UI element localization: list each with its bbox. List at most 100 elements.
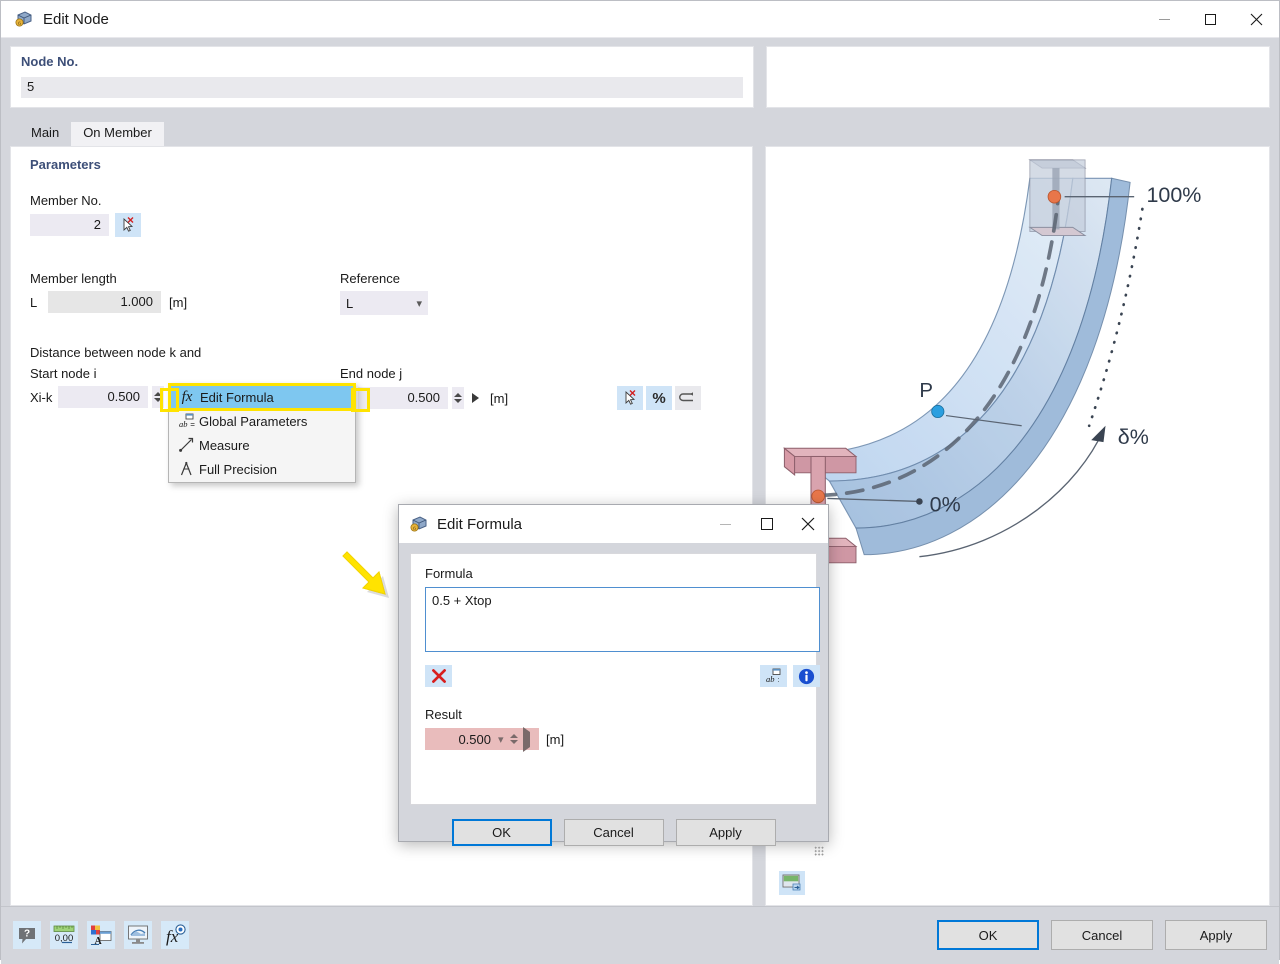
menu-item-global-parameters[interactable]: ab = Global Parameters	[169, 409, 355, 433]
menu-item-full-precision[interactable]: Full Precision	[169, 457, 355, 481]
fx-icon: fx	[174, 389, 200, 406]
minimize-icon[interactable]	[1141, 1, 1187, 37]
menu-item-label: Full Precision	[199, 462, 277, 477]
member-length-input	[48, 291, 161, 313]
label-delta-percent: δ%	[1118, 425, 1149, 449]
apply-button[interactable]: Apply	[1165, 920, 1267, 950]
node-marker-p	[932, 405, 944, 417]
dialog-ok-button[interactable]: OK	[452, 819, 552, 846]
parameters-title: Parameters	[30, 157, 740, 172]
start-node-spinner[interactable]	[152, 386, 164, 408]
close-icon[interactable]	[787, 505, 828, 543]
decimal-places-icon[interactable]: 0,00	[50, 921, 78, 949]
minimize-icon[interactable]	[705, 505, 746, 543]
member-no-row	[30, 213, 740, 237]
menu-item-label: Edit Formula	[200, 390, 274, 405]
tab-main[interactable]: Main	[19, 122, 71, 146]
result-expand-arrow-icon[interactable]	[523, 732, 530, 747]
dialog-title-bar: 6 Edit Formula	[399, 505, 828, 543]
svg-text:6: 6	[18, 21, 21, 27]
window-controls	[1141, 1, 1279, 37]
percent-icon[interactable]: %	[646, 386, 672, 410]
resize-grip[interactable]	[814, 846, 824, 856]
window-title: Edit Node	[43, 11, 109, 28]
result-value: 0.500	[429, 732, 491, 747]
result-spinner[interactable]	[508, 728, 520, 750]
node-number-title: Node No.	[21, 54, 743, 69]
member-no-input[interactable]	[30, 214, 109, 236]
formula-visibility-icon[interactable]: fx	[161, 921, 189, 949]
result-row: 0.500 ▾ [m]	[425, 728, 802, 750]
end-node-input[interactable]	[358, 387, 448, 409]
member-length-row: L [m]	[30, 291, 340, 313]
dialog-apply-button[interactable]: Apply	[676, 819, 776, 846]
member-length-label: Member length	[30, 271, 340, 286]
info-icon[interactable]	[793, 665, 820, 687]
close-icon[interactable]	[1233, 1, 1279, 37]
result-field[interactable]: 0.500 ▾	[425, 728, 539, 750]
svg-text::: :	[778, 677, 780, 684]
dialog-inner-panel: Formula ab :	[410, 553, 817, 805]
member-length-unit: [m]	[169, 295, 187, 310]
end-node-label: End node j	[340, 366, 740, 381]
node-marker-0	[812, 490, 825, 503]
pick-cursor-icon[interactable]	[617, 386, 643, 410]
ab-list-icon[interactable]: ab :	[760, 665, 787, 687]
node-cube-icon: 6	[409, 514, 429, 534]
svg-text:6: 6	[413, 526, 416, 532]
bottom-icon-group: ? 0,00 A	[13, 921, 189, 949]
reference-select[interactable]: L ▾	[340, 291, 428, 315]
svg-text:ab: ab	[179, 419, 188, 429]
dialog-content: Formula ab :	[399, 543, 828, 805]
distance-action-buttons: %	[617, 386, 701, 410]
dialog-title: Edit Formula	[437, 516, 522, 533]
bottom-button-group: OK Cancel Apply	[937, 920, 1267, 950]
formula-input[interactable]	[425, 587, 820, 652]
dialog-body: Node No. 5 Main On Member Parameters Mem…	[1, 38, 1279, 906]
label-0-percent: 0%	[929, 493, 960, 517]
dialog-footer: OK Cancel Apply	[399, 805, 828, 859]
result-label: Result	[425, 707, 802, 722]
maximize-icon[interactable]	[1187, 1, 1233, 37]
view-settings-icon[interactable]	[124, 921, 152, 949]
bottom-bar: ? 0,00 A	[1, 906, 1279, 964]
maximize-icon[interactable]	[746, 505, 787, 543]
menu-item-measure[interactable]: Measure	[169, 433, 355, 457]
start-node-label: Start node i	[30, 366, 340, 381]
label-point-p: P	[919, 379, 933, 402]
menu-item-label: Measure	[199, 438, 250, 453]
node-marker-100	[1048, 190, 1061, 203]
reference-value: L	[346, 296, 353, 311]
distance-label: Distance between node k and	[30, 345, 740, 360]
help-icon[interactable]: ?	[13, 921, 41, 949]
pick-cursor-icon[interactable]	[115, 213, 141, 237]
label-100-percent: 100%	[1146, 183, 1201, 207]
end-node-row: k [m]	[340, 386, 740, 410]
node-number-value[interactable]: 5	[21, 77, 743, 98]
image-capture-icon[interactable]	[779, 871, 805, 895]
svg-text:ab: ab	[766, 674, 775, 684]
tab-on-member[interactable]: On Member	[71, 122, 164, 146]
graphic-preview-panel: 100% P δ% 0%	[765, 146, 1270, 906]
chevron-down-icon[interactable]: ▾	[498, 733, 504, 746]
display-properties-icon[interactable]: A	[87, 921, 115, 949]
svg-text:=: =	[190, 420, 195, 429]
start-node-input[interactable]	[58, 386, 148, 408]
tab-bar: Main On Member	[10, 122, 1270, 146]
ok-button[interactable]: OK	[937, 920, 1039, 950]
end-node-spinner[interactable]	[452, 387, 464, 409]
end-node-dropdown-arrow-icon[interactable]	[468, 393, 482, 403]
chevron-down-icon: ▾	[416, 297, 422, 310]
edit-node-window: 6 Edit Node Node No. 5 Main On Member	[0, 0, 1280, 960]
cancel-button[interactable]: Cancel	[1051, 920, 1153, 950]
reference-label: Reference	[340, 271, 428, 286]
dialog-cancel-button[interactable]: Cancel	[564, 819, 664, 846]
reverse-arrow-icon[interactable]	[675, 386, 701, 410]
member-no-label: Member No.	[30, 193, 740, 208]
end-node-unit: [m]	[490, 391, 508, 406]
member-length-symbol: L	[30, 295, 40, 310]
node-number-group: Node No. 5	[10, 46, 754, 108]
curved-member-diagram: 100% P δ% 0%	[766, 147, 1269, 905]
red-x-icon[interactable]	[425, 665, 452, 687]
menu-item-edit-formula[interactable]: fx Edit Formula	[170, 385, 354, 409]
